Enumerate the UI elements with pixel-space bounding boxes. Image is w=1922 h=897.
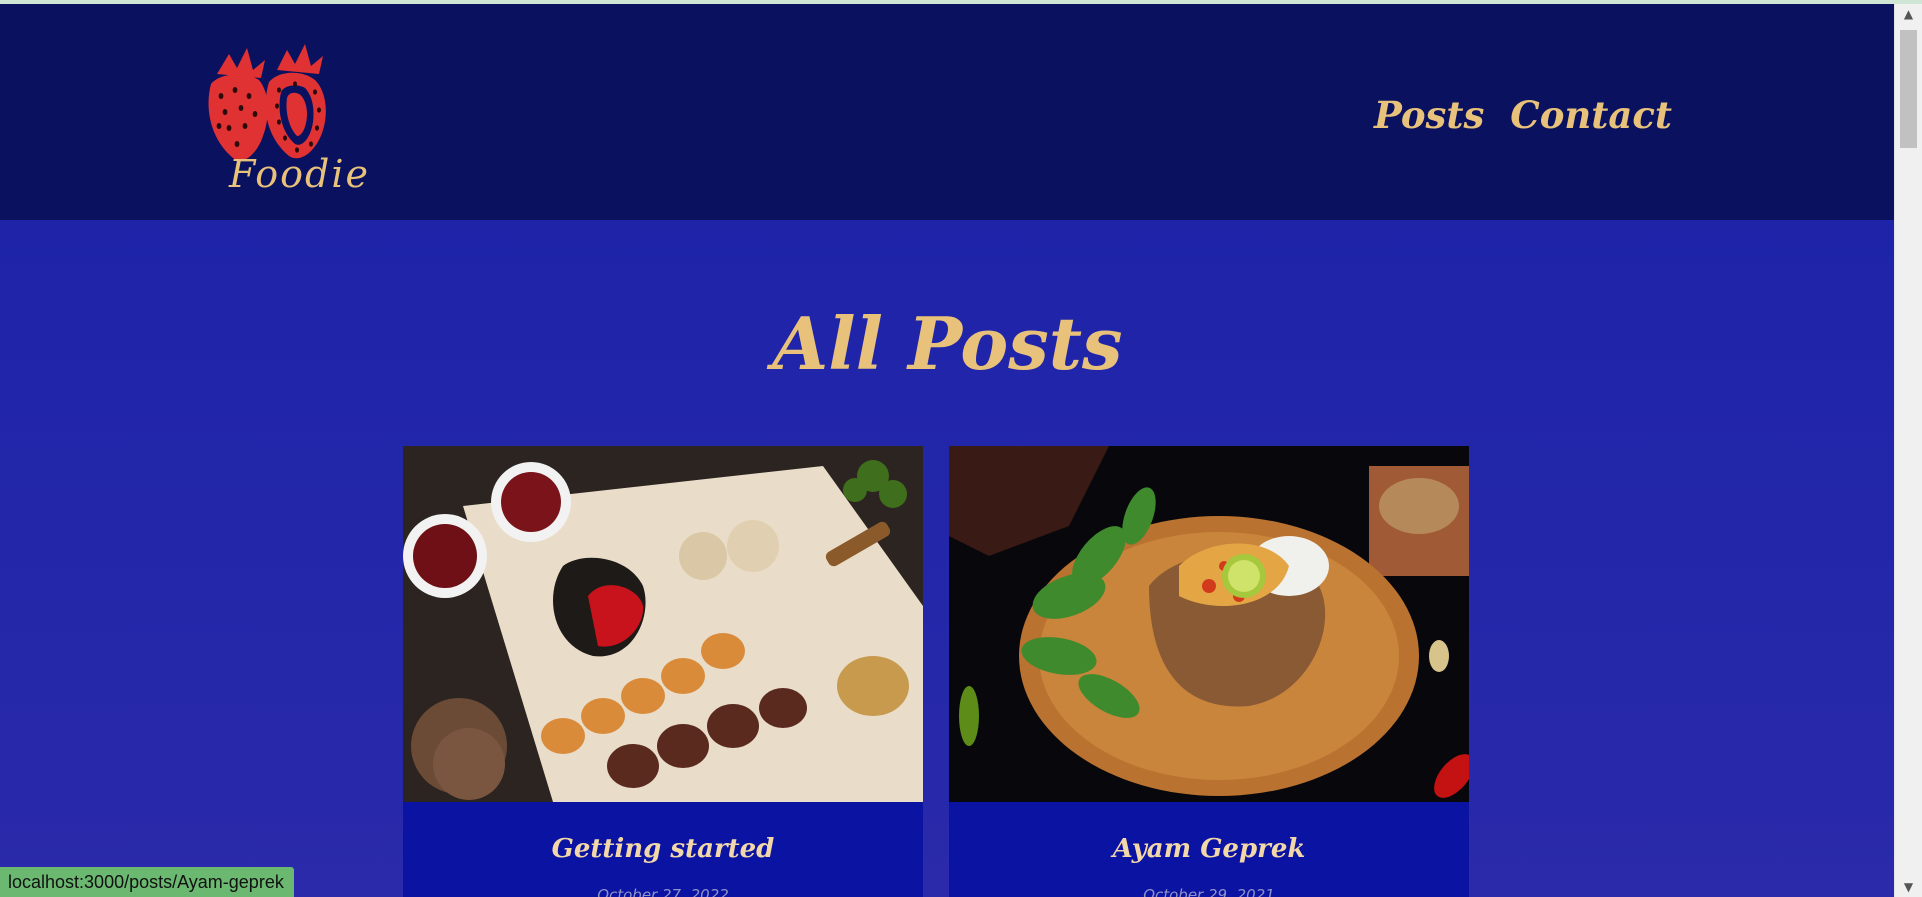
post-date: October 27, 2022: [597, 886, 729, 897]
strawberry-icon: [208, 44, 326, 161]
nav-link-posts[interactable]: Posts: [1374, 93, 1484, 137]
grilled-skewers-image: [403, 446, 923, 802]
nav-link-contact[interactable]: Contact: [1510, 93, 1672, 137]
scrollbar-thumb[interactable]: [1900, 30, 1917, 148]
logo-link[interactable]: Foodie: [195, 26, 368, 201]
post-date: October 29, 2021: [1143, 886, 1275, 897]
post-title: Getting started: [551, 834, 775, 864]
post-title: Ayam Geprek: [1112, 834, 1306, 864]
page-viewport: Foodie Posts Contact All Posts Getting s…: [0, 4, 1895, 897]
scroll-up-icon[interactable]: ▲: [1895, 4, 1922, 24]
scroll-down-icon[interactable]: ▼: [1895, 877, 1922, 897]
vertical-scrollbar[interactable]: ▲ ▼: [1894, 4, 1922, 897]
page-title: All Posts: [772, 301, 1123, 386]
logo-text: Foodie: [229, 152, 371, 196]
post-image: [949, 446, 1469, 802]
main-nav: Posts Contact: [1374, 93, 1672, 137]
site-header: Foodie Posts Contact: [0, 4, 1895, 220]
status-bar-url: localhost:3000/posts/Ayam-geprek: [0, 867, 294, 897]
post-card[interactable]: Ayam Geprek October 29, 2021: [949, 446, 1469, 897]
ayam-geprek-image: [949, 446, 1469, 802]
post-image: [403, 446, 923, 802]
posts-grid: Getting started October 27, 2022 Ayam Ge…: [403, 446, 1469, 897]
post-card[interactable]: Getting started October 27, 2022: [403, 446, 923, 897]
